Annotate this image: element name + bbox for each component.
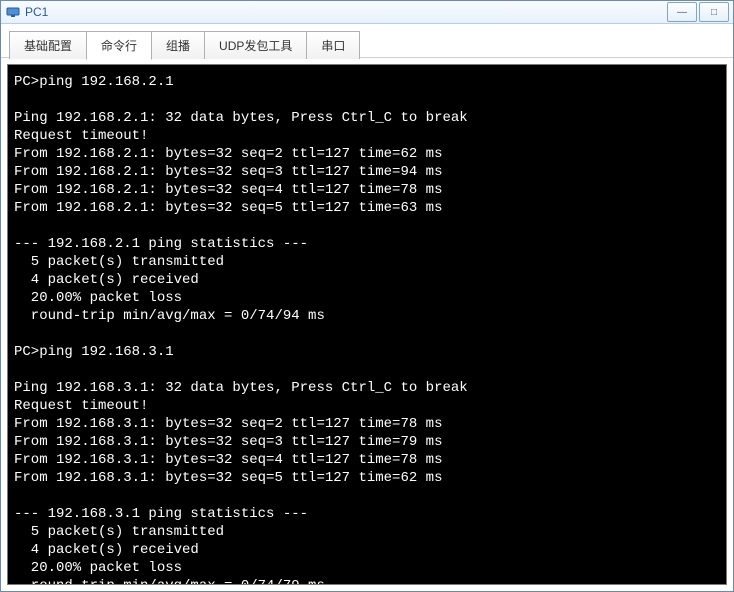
app-icon <box>5 4 21 20</box>
pc-window: PC1 — □ 基础配置 命令行 组播 UDP发包工具 串口 PC>ping 1… <box>0 0 734 592</box>
terminal-output[interactable]: PC>ping 192.168.2.1 Ping 192.168.2.1: 32… <box>7 64 727 585</box>
tab-label: UDP发包工具 <box>219 37 292 54</box>
tab-command-line[interactable]: 命令行 <box>86 31 152 60</box>
maximize-button[interactable]: □ <box>699 2 729 22</box>
tab-basic-config[interactable]: 基础配置 <box>9 31 87 59</box>
maximize-icon: □ <box>711 7 717 18</box>
tab-serial[interactable]: 串口 <box>306 31 360 59</box>
minimize-button[interactable]: — <box>667 2 697 22</box>
tab-label: 组播 <box>166 37 190 54</box>
tab-udp-tool[interactable]: UDP发包工具 <box>204 31 307 59</box>
window-buttons: — □ <box>667 2 729 22</box>
tab-bar: 基础配置 命令行 组播 UDP发包工具 串口 <box>1 24 733 58</box>
tab-label: 基础配置 <box>24 37 72 54</box>
tab-multicast[interactable]: 组播 <box>151 31 205 59</box>
window-title: PC1 <box>25 5 48 19</box>
tab-label: 命令行 <box>101 37 137 54</box>
minimize-icon: — <box>677 7 687 18</box>
tab-label: 串口 <box>321 37 345 54</box>
titlebar: PC1 — □ <box>1 1 733 24</box>
